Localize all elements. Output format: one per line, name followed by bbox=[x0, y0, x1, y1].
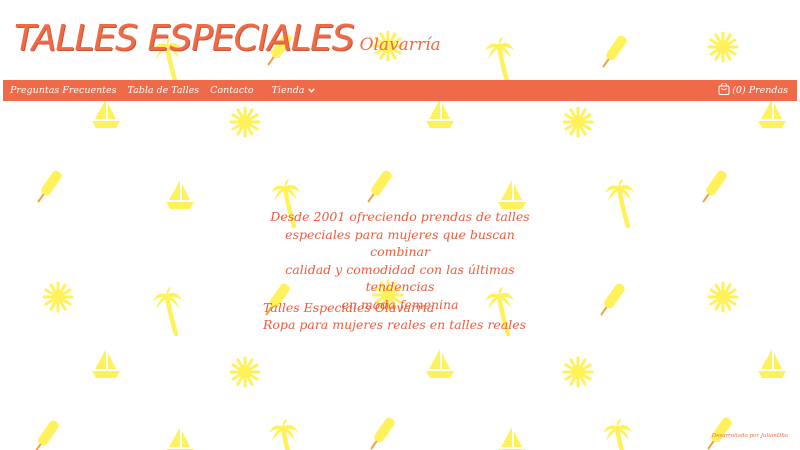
nav-faq[interactable]: Preguntas Frecuentes bbox=[10, 85, 117, 96]
palm-tree-icon bbox=[605, 179, 634, 229]
intro-line: Desde 2001 ofreciendo prendas de talles bbox=[270, 209, 530, 224]
sailboat-icon bbox=[166, 180, 194, 209]
popsicle-icon bbox=[367, 170, 392, 203]
sailboat-icon bbox=[758, 99, 786, 128]
cart-label: (0) Prendas bbox=[732, 85, 788, 96]
cart-icon bbox=[718, 82, 730, 98]
tagline-line-1: Talles Especiales Olavarria bbox=[263, 300, 435, 315]
sailboat-icon bbox=[166, 427, 194, 450]
nav-store-label: Tienda bbox=[271, 85, 305, 96]
palm-tree-icon bbox=[153, 287, 182, 337]
chevron-down-icon bbox=[308, 85, 316, 96]
popsicle-icon bbox=[37, 170, 62, 203]
popsicle-icon bbox=[34, 420, 59, 450]
site-logo[interactable]: TALLES ESPECIALES Olavarría bbox=[14, 18, 441, 59]
developer-credit[interactable]: Desarrollado por JulianDba bbox=[712, 433, 788, 439]
intro-text: Desde 2001 ofreciendo prendas de talles … bbox=[262, 208, 538, 313]
logo-subtitle: Olavarría bbox=[359, 35, 441, 55]
nav-store-dropdown[interactable]: Tienda bbox=[272, 85, 316, 96]
intro-line: especiales para mujeres que buscan combi… bbox=[285, 226, 515, 260]
palm-tree-icon bbox=[269, 419, 298, 450]
nav-contact[interactable]: Contacto bbox=[210, 85, 253, 96]
sailboat-icon bbox=[92, 349, 120, 378]
tagline-line-2: Ropa para mujeres reales en talles reale… bbox=[263, 317, 527, 332]
sailboat-icon bbox=[426, 349, 454, 378]
main-navbar: Preguntas Frecuentes Tabla de Talles Con… bbox=[3, 80, 797, 101]
palm-tree-icon bbox=[485, 37, 514, 87]
sun-icon bbox=[229, 106, 261, 138]
sun-icon bbox=[562, 106, 594, 138]
popsicle-icon bbox=[602, 35, 627, 68]
sun-icon bbox=[707, 281, 739, 313]
palm-tree-icon bbox=[603, 419, 632, 450]
sun-icon bbox=[229, 356, 261, 388]
popsicle-icon bbox=[370, 417, 395, 450]
tagline: Talles Especiales Olavarria Ropa para mu… bbox=[263, 299, 563, 333]
popsicle-icon bbox=[600, 283, 625, 316]
popsicle-icon bbox=[702, 170, 727, 203]
logo-title: TALLES ESPECIALES bbox=[14, 18, 355, 59]
sun-icon bbox=[562, 356, 594, 388]
sailboat-icon bbox=[498, 180, 526, 209]
sailboat-icon bbox=[426, 99, 454, 128]
intro-line: calidad y comodidad con las últimas tend… bbox=[285, 261, 515, 295]
nav-size-chart[interactable]: Tabla de Talles bbox=[128, 85, 200, 96]
sailboat-icon bbox=[498, 427, 526, 450]
cart-button[interactable]: (0) Prendas bbox=[718, 80, 788, 101]
sailboat-icon bbox=[758, 349, 786, 378]
sun-icon bbox=[707, 31, 739, 63]
sailboat-icon bbox=[92, 99, 120, 128]
sun-icon bbox=[42, 281, 74, 313]
